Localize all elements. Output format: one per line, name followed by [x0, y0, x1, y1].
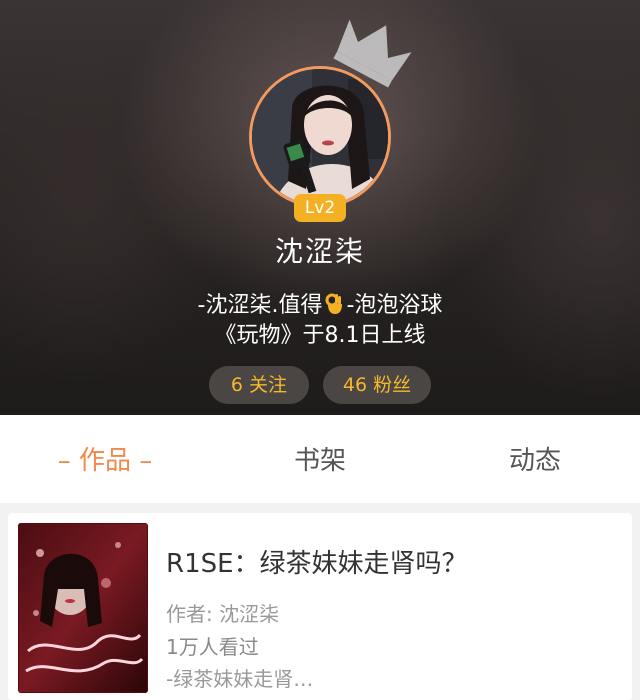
- tab-bookshelf[interactable]: 书架: [245, 415, 395, 503]
- profile-header: Lv2 沈涩柒 -沈涩柒.值得 -泡泡浴球 《玩物》于8.1日上线 6 关注 4…: [0, 0, 640, 415]
- tab-activity[interactable]: 动态: [460, 415, 610, 503]
- follow-count-button[interactable]: 6 关注: [209, 366, 309, 404]
- bio-suffix: -泡泡浴球: [346, 293, 443, 318]
- avatar[interactable]: [249, 66, 391, 208]
- ok-hand-icon: [325, 293, 343, 314]
- book-author: 作者: 沈涩柒: [166, 602, 280, 626]
- book-description: -绿茶妹妹走肾…: [166, 667, 314, 691]
- book-title[interactable]: R1SE：绿茶妹妹走肾吗？: [166, 543, 468, 580]
- tab-works[interactable]: – 作品 –: [30, 415, 180, 503]
- bio-line-1: -沈涩柒.值得 -泡泡浴球: [0, 287, 640, 319]
- bio-prefix: -沈涩柒.值得: [197, 293, 323, 318]
- bio-line-2: 《玩物》于8.1日上线: [214, 323, 426, 348]
- fans-count-button[interactable]: 46 粉丝: [323, 366, 431, 404]
- username: 沈涩柒: [274, 235, 365, 268]
- level-badge: Lv2: [294, 194, 346, 222]
- tab-bar: – 作品 – 书架 动态: [0, 415, 640, 503]
- book-view-count: 1万人看过: [166, 635, 259, 659]
- list-item[interactable]: R1SE：绿茶妹妹走肾吗？ 作者: 沈涩柒 1万人看过 -绿茶妹妹走肾…: [8, 513, 632, 700]
- book-cover[interactable]: [18, 523, 148, 693]
- works-list: R1SE：绿茶妹妹走肾吗？ 作者: 沈涩柒 1万人看过 -绿茶妹妹走肾…: [0, 503, 640, 700]
